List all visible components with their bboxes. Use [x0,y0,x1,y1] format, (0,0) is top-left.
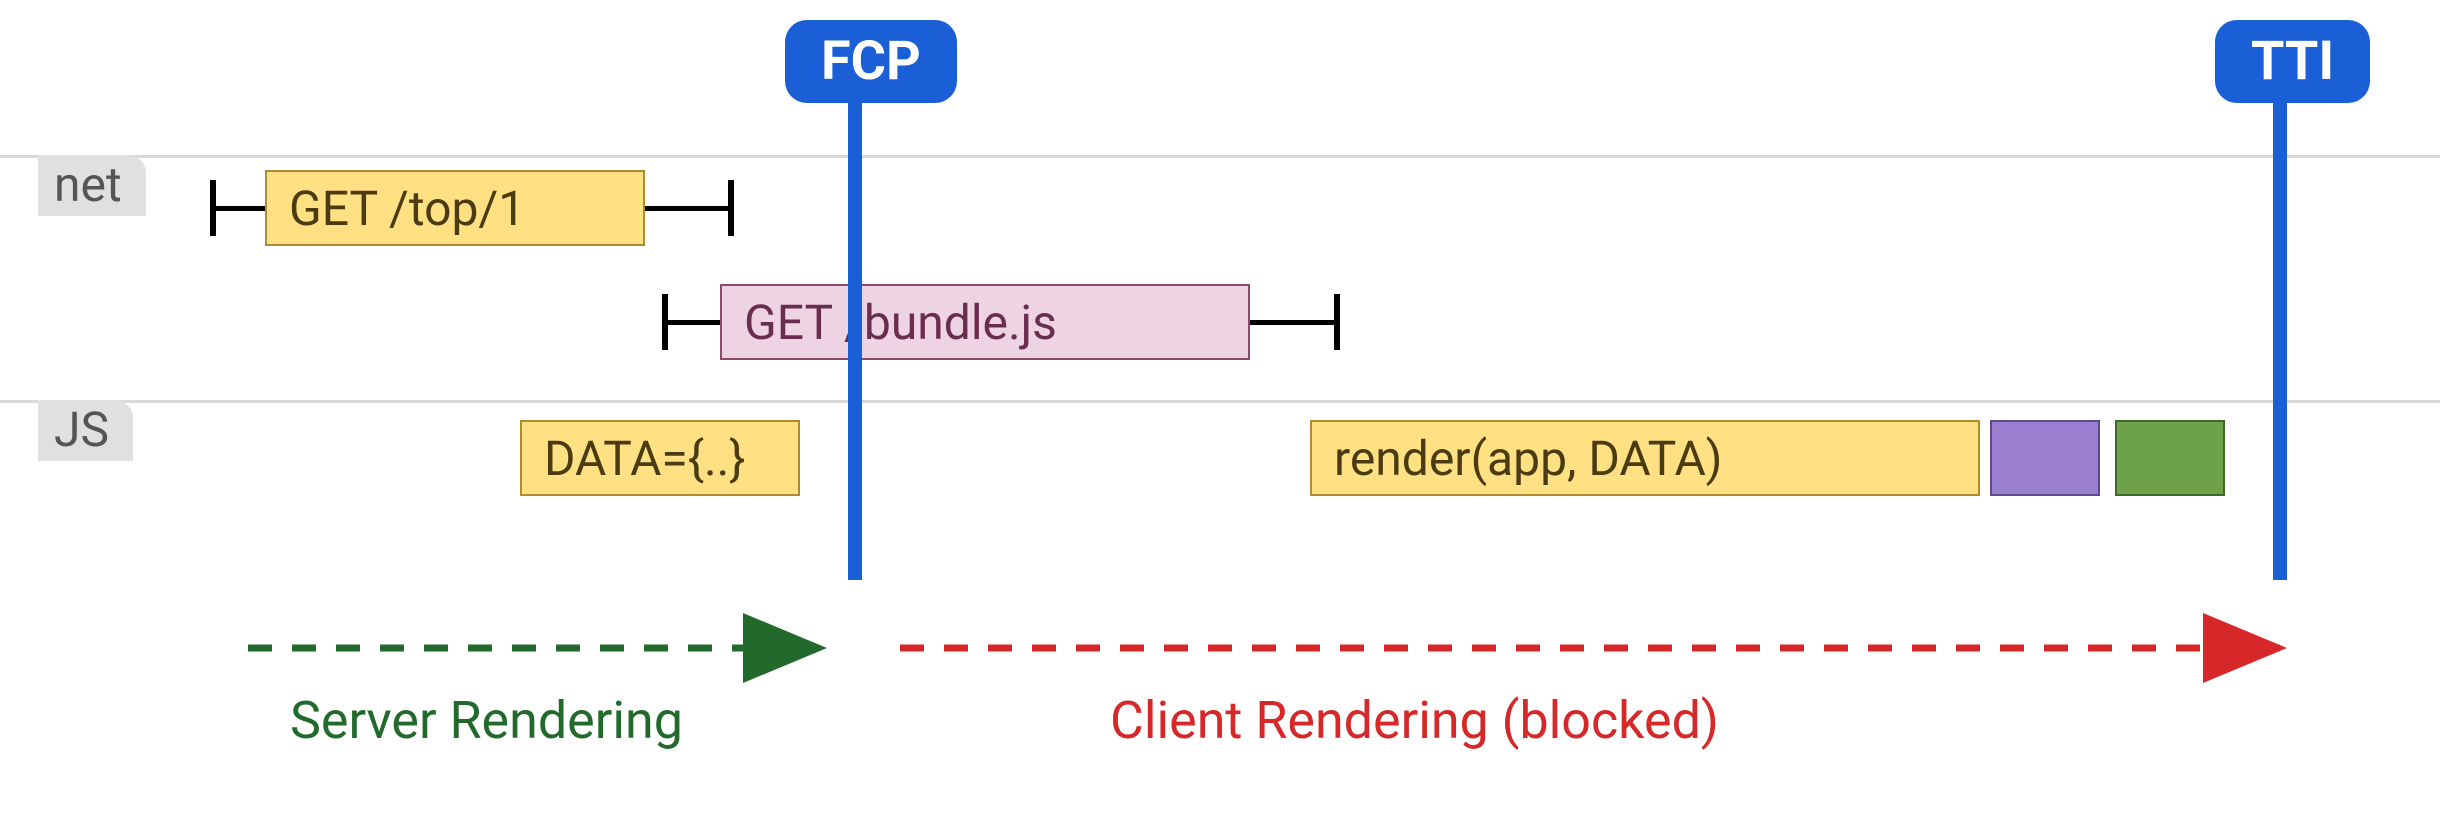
task-render-label: render(app, DATA) [1334,430,1722,487]
task-get-top-label: GET /top/1 [289,180,525,237]
lane-label-js-text: JS [54,401,109,458]
phase-label-client: Client Rendering (blocked) [1110,690,1719,751]
task-data-label: DATA={..} [544,430,746,487]
whisker-line-bundle-left [662,320,720,325]
block-purple [1990,420,2100,496]
marker-fcp: FCP [785,20,925,103]
task-get-bundle: GET /bundle.js [720,284,1250,360]
marker-tti-pill: TTI [2215,20,2370,103]
marker-fcp-label: FCP [821,30,921,93]
lane-label-net-text: net [54,156,122,213]
whisker-tick-bundle-right [1334,294,1340,350]
lane-label-js: JS [38,400,133,461]
task-get-top: GET /top/1 [265,170,645,246]
phase-label-server-text: Server Rendering [290,690,683,751]
task-render: render(app, DATA) [1310,420,1980,496]
phase-label-client-text: Client Rendering (blocked) [1110,690,1719,751]
whisker-tick-get-top-right [728,180,734,236]
marker-fcp-pill: FCP [785,20,957,103]
marker-tti-label: TTI [2251,30,2334,93]
whisker-line-get-top-left [210,206,265,211]
whisker-line-get-top-right [645,206,734,211]
task-data: DATA={..} [520,420,800,496]
whisker-line-bundle-right [1250,320,1340,325]
task-get-bundle-label: GET /bundle.js [744,294,1057,351]
lane-label-net: net [38,155,146,216]
phase-label-server: Server Rendering [290,690,683,751]
marker-tti: TTI [2215,20,2345,103]
block-green [2115,420,2225,496]
marker-tti-stem [2273,90,2287,580]
marker-fcp-stem [848,90,862,580]
lane-line-net [0,155,2440,158]
lane-line-js [0,400,2440,403]
